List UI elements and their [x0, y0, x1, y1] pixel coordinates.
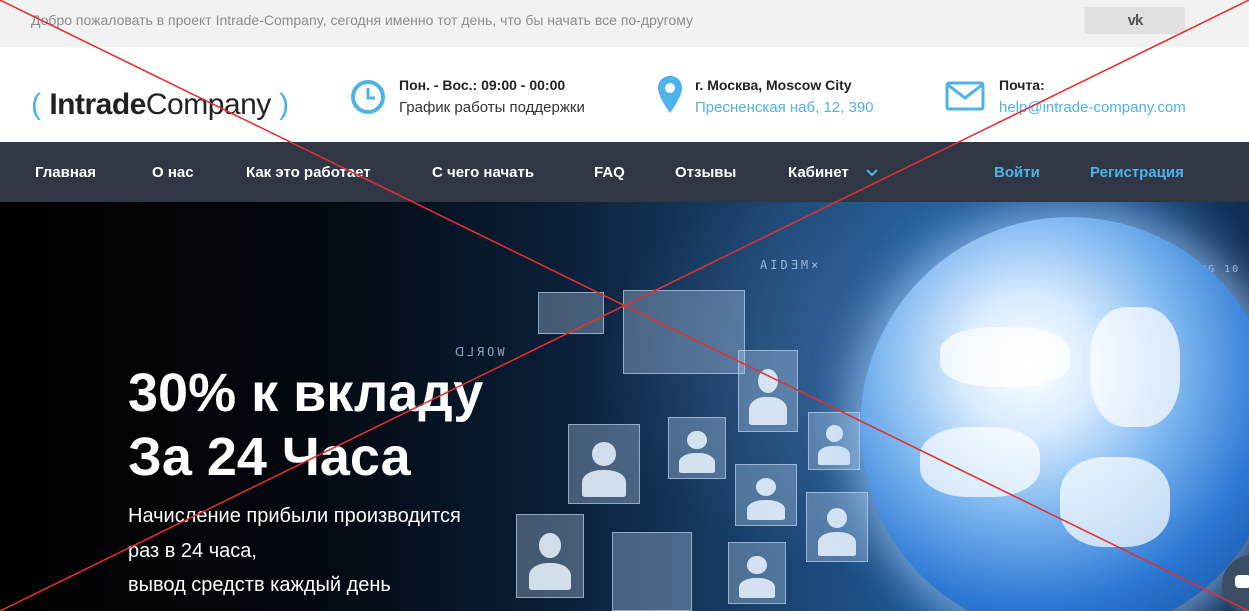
profile-tile [728, 542, 786, 604]
hours-text: Пон. - Вос.: 09:00 - 00:00 [399, 77, 566, 93]
logo-text-light: Company [145, 88, 271, 121]
register-button[interactable]: Регистрация [1090, 164, 1184, 181]
hero-banner: AIDƎM× ᗡ⅃ЯOW LOADING 10 30% к вкладу За … [0, 202, 1249, 611]
header: ( IntradeCompany ) Пон. - Вос.: 09:00 - … [0, 47, 1249, 142]
nav-item-reviews[interactable]: Отзывы [675, 164, 736, 181]
profile-tile [516, 514, 584, 598]
hero-title-line2: За 24 Часа [128, 427, 411, 487]
profile-tile [735, 464, 797, 526]
map-pin-icon [657, 75, 683, 120]
email-caption: Почта: [999, 77, 1045, 93]
hero-subtitle-line1: Начисление прибыли производится [128, 505, 461, 527]
profile-tile [568, 424, 640, 504]
welcome-text: Добро пожаловать в проект Intrade-Compan… [31, 12, 694, 28]
profile-tile [806, 492, 868, 562]
hero-subtitle-line3: вывод средств каждый день [128, 574, 391, 596]
profile-tile [612, 532, 692, 611]
vk-icon: vk [1127, 12, 1144, 29]
top-bar: Добро пожаловать в проект Intrade-Compan… [0, 0, 1249, 47]
profile-tile [738, 350, 798, 432]
hud-media-text: AIDƎM× [760, 258, 822, 272]
login-button[interactable]: Войти [994, 164, 1040, 181]
vk-button[interactable]: vk [1085, 7, 1185, 34]
logo-bracket-close: ) [279, 88, 290, 121]
city-text: г. Москва, Moscow City [695, 77, 852, 93]
profile-tile [538, 292, 604, 334]
chat-bubble-icon [1235, 575, 1249, 588]
email-link[interactable]: help@intrade-company.com [999, 99, 1186, 116]
chevron-down-icon[interactable] [866, 165, 878, 183]
address-link[interactable]: Пресненская наб, 12, 390 [695, 99, 874, 116]
office-address: г. Москва, Moscow City Пресненская наб, … [655, 75, 895, 120]
nav-item-getting-started[interactable]: С чего начать [432, 164, 534, 181]
clock-icon [350, 79, 386, 120]
main-nav: Главная О нас Как это работает С чего на… [0, 142, 1249, 202]
profile-tile [808, 412, 860, 470]
profile-tile [668, 417, 726, 479]
hero-subtitle-line2: раз в 24 часа, [128, 540, 257, 562]
nav-item-how-it-works[interactable]: Как это работает [246, 164, 371, 181]
support-email: Почта: help@intrade-company.com [945, 77, 1205, 117]
logo-bracket-open: ( [31, 88, 41, 121]
hours-caption: График работы поддержки [399, 99, 585, 116]
logo[interactable]: ( IntradeCompany ) [31, 87, 289, 123]
nav-item-home[interactable]: Главная [35, 164, 96, 181]
logo-text-bold: Intrade [49, 88, 146, 121]
support-hours: Пон. - Вос.: 09:00 - 00:00 График работы… [350, 77, 610, 117]
hero-title-line1: 30% к вкладу [128, 363, 484, 423]
nav-item-about[interactable]: О нас [152, 164, 194, 181]
hud-world-text: ᗡ⅃ЯOW [455, 345, 508, 359]
nav-item-cabinet[interactable]: Кабинет [788, 164, 849, 181]
profile-tile [623, 290, 745, 374]
nav-item-faq[interactable]: FAQ [594, 164, 625, 181]
envelope-icon [945, 81, 985, 116]
